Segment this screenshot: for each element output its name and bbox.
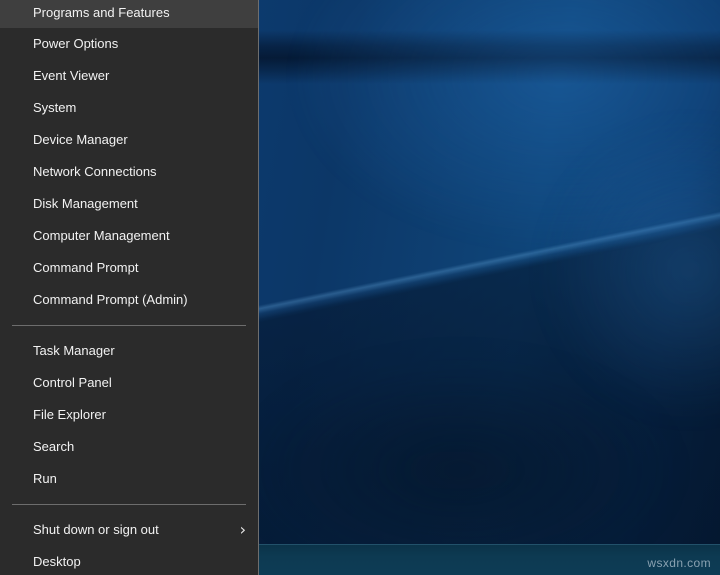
menu-item-label: Programs and Features bbox=[33, 5, 170, 20]
menu-item-label: Event Viewer bbox=[33, 68, 110, 83]
menu-item-label: Command Prompt bbox=[33, 260, 139, 275]
menu-item-file-explorer[interactable]: File Explorer bbox=[0, 399, 258, 431]
site-watermark: wsxdn.com bbox=[647, 556, 711, 570]
menu-item-computer-management[interactable]: Computer Management bbox=[0, 220, 258, 252]
menu-item-label: Control Panel bbox=[33, 375, 112, 390]
menu-item-desktop[interactable]: Desktop bbox=[0, 546, 258, 575]
menu-item-label: Desktop bbox=[33, 554, 81, 569]
menu-group-system-tools: Programs and Features Power Options Even… bbox=[0, 0, 258, 316]
menu-item-run[interactable]: Run bbox=[0, 463, 258, 495]
menu-item-power-options[interactable]: Power Options bbox=[0, 28, 258, 60]
menu-item-label: Command Prompt (Admin) bbox=[33, 292, 188, 307]
menu-item-label: Device Manager bbox=[33, 132, 128, 147]
menu-group-shell-tools: Task Manager Control Panel File Explorer… bbox=[0, 335, 258, 495]
menu-item-label: Run bbox=[33, 471, 57, 486]
menu-item-label: Shut down or sign out bbox=[33, 522, 159, 537]
menu-item-disk-management[interactable]: Disk Management bbox=[0, 188, 258, 220]
menu-item-command-prompt-admin[interactable]: Command Prompt (Admin) bbox=[0, 284, 258, 316]
menu-item-search[interactable]: Search bbox=[0, 431, 258, 463]
menu-item-device-manager[interactable]: Device Manager bbox=[0, 124, 258, 156]
menu-separator-1 bbox=[12, 325, 246, 326]
menu-item-event-viewer[interactable]: Event Viewer bbox=[0, 60, 258, 92]
menu-item-network-connections[interactable]: Network Connections bbox=[0, 156, 258, 188]
menu-item-label: System bbox=[33, 100, 77, 115]
menu-item-label: Network Connections bbox=[33, 164, 157, 179]
menu-item-system[interactable]: System bbox=[0, 92, 258, 124]
screen: wsxdn.com Programs and Features Power Op… bbox=[0, 0, 720, 575]
menu-item-label: Search bbox=[33, 439, 75, 454]
menu-separator-2 bbox=[12, 504, 246, 505]
menu-group-session: Shut down or sign out › Desktop bbox=[0, 514, 258, 575]
wallpaper-shadow-lower bbox=[250, 360, 670, 575]
menu-item-label: Disk Management bbox=[33, 196, 138, 211]
winx-power-user-menu[interactable]: Programs and Features Power Options Even… bbox=[0, 0, 259, 575]
menu-item-programs-and-features[interactable]: Programs and Features bbox=[0, 0, 258, 28]
menu-item-label: Task Manager bbox=[33, 343, 115, 358]
menu-item-label: Power Options bbox=[33, 36, 119, 51]
menu-item-task-manager[interactable]: Task Manager bbox=[0, 335, 258, 367]
chevron-right-icon: › bbox=[239, 520, 246, 539]
menu-item-label: File Explorer bbox=[33, 407, 106, 422]
menu-item-shut-down-or-sign-out[interactable]: Shut down or sign out › bbox=[0, 514, 258, 546]
menu-item-label: Computer Management bbox=[33, 228, 170, 243]
menu-item-command-prompt[interactable]: Command Prompt bbox=[0, 252, 258, 284]
menu-item-control-panel[interactable]: Control Panel bbox=[0, 367, 258, 399]
